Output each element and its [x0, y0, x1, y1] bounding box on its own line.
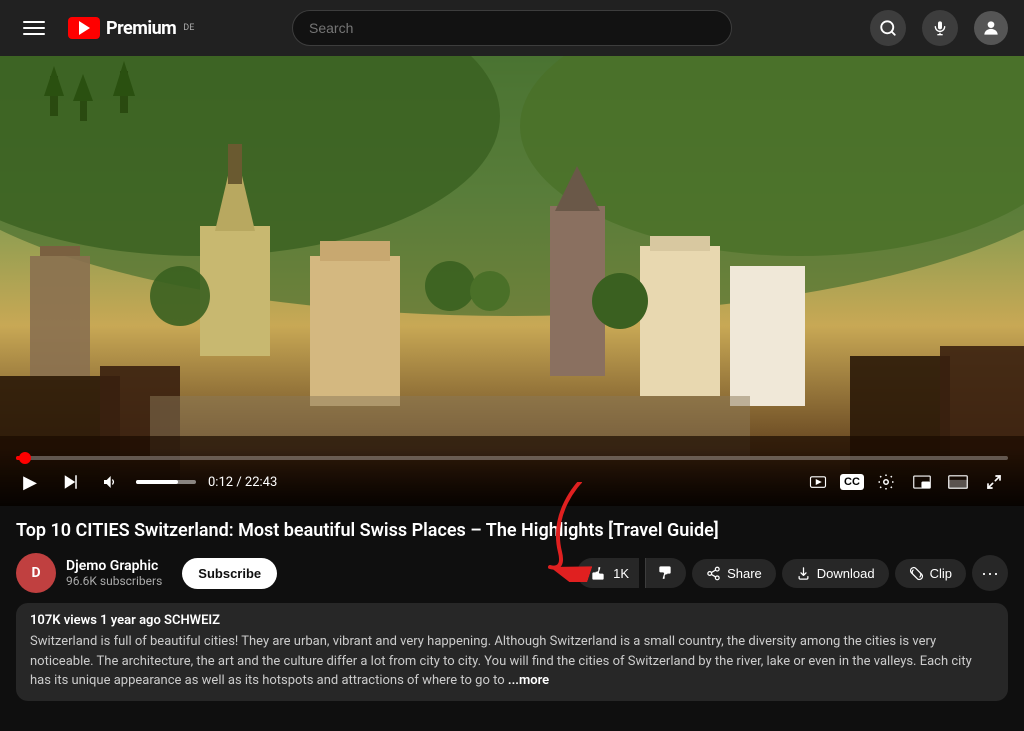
download-label: Download	[817, 566, 875, 581]
volume-fill	[136, 480, 178, 484]
time-current: 0:12	[208, 475, 233, 490]
logo-badge: DE	[183, 23, 194, 33]
description-body: Switzerland is full of beautiful cities!…	[30, 634, 972, 688]
progress-dot	[19, 452, 31, 464]
header-right	[808, 10, 1008, 46]
channel-subscribers: 96.6K subscribers	[66, 574, 162, 588]
youtube-icon	[68, 17, 100, 39]
next-button[interactable]	[56, 468, 84, 496]
volume-button[interactable]	[96, 468, 124, 496]
avatar[interactable]	[974, 11, 1008, 45]
hamburger-icon	[23, 21, 45, 35]
time-total: 22:43	[245, 475, 277, 490]
action-buttons: 1K Share Download	[577, 555, 1008, 591]
theater-button[interactable]	[944, 468, 972, 496]
cityscape-svg	[0, 56, 1024, 506]
channel-info: Djemo Graphic 96.6K subscribers	[66, 558, 162, 588]
live-button[interactable]	[804, 468, 832, 496]
more-options-button[interactable]: ···	[972, 555, 1008, 591]
download-button[interactable]: Download	[782, 559, 889, 588]
subtitles-button[interactable]: CC	[840, 474, 864, 490]
description-text: Switzerland is full of beautiful cities!…	[30, 632, 994, 691]
controls-left: ▶ 0:12 / 22:43	[16, 468, 277, 496]
settings-button[interactable]	[872, 468, 900, 496]
share-button[interactable]: Share	[692, 559, 776, 588]
play-button[interactable]: ▶	[16, 468, 44, 496]
volume-slider[interactable]	[136, 480, 196, 484]
clip-button[interactable]: Clip	[895, 559, 966, 588]
like-button[interactable]: 1K	[577, 558, 639, 588]
like-count: 1K	[613, 566, 629, 581]
subscribe-button[interactable]: Subscribe	[182, 558, 277, 589]
header-left: Premium DE	[16, 10, 216, 46]
controls-row: ▶ 0:12 / 22:43	[16, 468, 1008, 496]
description-meta: 107K views 1 year ago SCHWEIZ	[30, 613, 994, 628]
header: Premium DE	[0, 0, 1024, 56]
video-player[interactable]: ▶ 0:12 / 22:43	[0, 56, 1024, 506]
channel-row: D Djemo Graphic 96.6K subscribers Subscr…	[16, 553, 1008, 593]
clip-label: Clip	[930, 566, 952, 581]
logo[interactable]: Premium DE	[68, 17, 194, 39]
channel-name: Djemo Graphic	[66, 558, 162, 574]
progress-bar[interactable]	[16, 456, 1008, 460]
time-display: 0:12 / 22:43	[208, 475, 277, 490]
logo-text: Premium	[106, 18, 176, 39]
controls-right: CC	[804, 468, 1008, 496]
hamburger-menu-button[interactable]	[16, 10, 52, 46]
dislike-button[interactable]	[645, 558, 686, 588]
search-input[interactable]	[293, 20, 731, 36]
channel-avatar[interactable]: D	[16, 553, 56, 593]
channel-left: D Djemo Graphic 96.6K subscribers Subscr…	[16, 553, 277, 593]
info-section: Top 10 CITIES Switzerland: Most beautifu…	[0, 506, 1024, 593]
miniplayer-button[interactable]	[908, 468, 936, 496]
video-background	[0, 56, 1024, 506]
fullscreen-button[interactable]	[980, 468, 1008, 496]
description-section: 107K views 1 year ago SCHWEIZ Switzerlan…	[16, 603, 1008, 701]
share-label: Share	[727, 566, 762, 581]
header-center	[216, 10, 808, 46]
search-button[interactable]	[870, 10, 906, 46]
search-bar[interactable]	[292, 10, 732, 46]
video-title: Top 10 CITIES Switzerland: Most beautifu…	[16, 518, 1008, 543]
microphone-button[interactable]	[922, 10, 958, 46]
description-more-link[interactable]: ...more	[508, 673, 549, 688]
video-controls: ▶ 0:12 / 22:43	[0, 448, 1024, 506]
